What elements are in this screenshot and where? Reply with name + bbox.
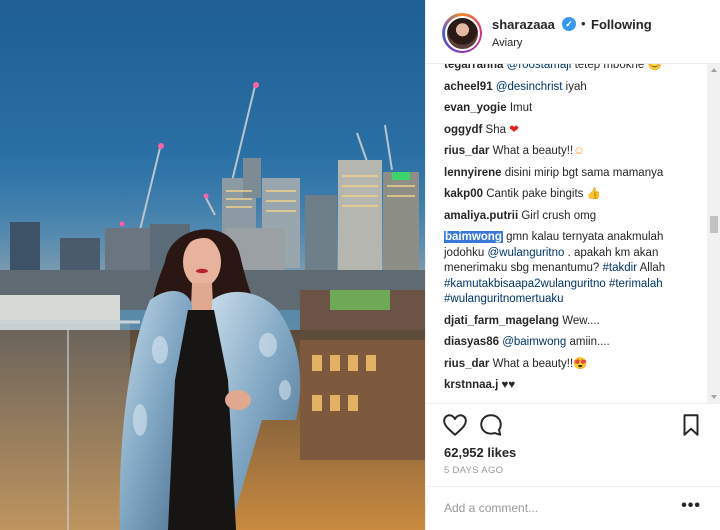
scrollbar[interactable] — [707, 64, 720, 403]
comment-mention-link[interactable]: #wulanguritnomertuaku — [444, 293, 564, 305]
bookmark-icon[interactable] — [678, 412, 704, 438]
comment-mention-link[interactable]: #terimalah — [609, 278, 663, 290]
emoji-icon: 😍 — [573, 357, 588, 370]
post-timestamp[interactable]: 5 DAYS AGO — [444, 465, 503, 476]
comment-mention-link[interactable]: @wulanguritno — [487, 247, 564, 259]
comment-text: tetep mbokne 😊 — [571, 64, 662, 71]
comment-mention-link[interactable]: @desinchrist — [496, 81, 563, 93]
comment-item: tegarranna @roostamaji tetep mbokne 😊 — [444, 64, 701, 74]
comment-username[interactable]: oggydf — [444, 124, 482, 136]
post-photo[interactable] — [0, 0, 425, 530]
comment-input[interactable]: Add a comment... — [444, 501, 538, 515]
comment-item: lennyirene disini mirip bgt sama mamanya — [444, 166, 701, 182]
location-link[interactable]: Aviary — [492, 37, 522, 49]
comment-text: amiin.... — [566, 336, 610, 348]
verified-badge-icon: ✓ — [562, 17, 576, 31]
heart-outline-icon[interactable] — [442, 412, 468, 438]
comment-item: djati_farm_magelang Wew.... — [444, 314, 701, 330]
more-options-icon[interactable]: ••• — [681, 497, 701, 515]
comment-mention-link[interactable]: #takdir — [603, 262, 638, 274]
comment-username[interactable]: djati_farm_magelang — [444, 315, 559, 327]
comment-username[interactable]: acheel91 — [444, 81, 493, 93]
comment-mention-link[interactable]: #kamutakbisaapa2wulanguritno — [444, 278, 606, 290]
comment-item: acheel91 @desinchrist iyah — [444, 80, 701, 96]
username-link[interactable]: sharazaaa — [492, 17, 555, 32]
comment-mention-link[interactable]: @roostamaji — [507, 64, 572, 71]
comment-username[interactable]: baimwong — [444, 231, 503, 243]
emoji-icon: 👍 — [586, 188, 601, 200]
comment-item: amaliya.putrii Girl crush omg — [444, 209, 701, 225]
comment-list[interactable]: tegarranna @roostamaji tetep mbokne 😊 ach… — [426, 64, 707, 403]
post-sidebar: sharazaaa ✓ • Following Aviary tegarrann… — [425, 0, 720, 530]
comment-text: Girl crush omg — [521, 209, 597, 222]
comment-item: rius_dar What a beauty!!😍 — [444, 357, 701, 373]
post-header: sharazaaa ✓ • Following Aviary — [426, 0, 720, 64]
comment-item: oggydf Sha ❤ — [444, 123, 701, 139]
separator-dot: • — [581, 16, 586, 31]
comment-text: What a beauty!! — [492, 357, 574, 370]
comment-text: disini mirip bgt sama mamanya — [504, 166, 664, 179]
comment-username[interactable]: kakp00 — [444, 188, 483, 200]
comment-item: kakp00 Cantik pake bingits 👍 — [444, 187, 701, 203]
emoji-icon: ❤ — [509, 123, 519, 136]
comment-text: Imut — [509, 102, 533, 114]
comment-item: krstnnaa.j ♥♥ — [444, 378, 701, 394]
scroll-up-arrow-icon[interactable] — [711, 68, 717, 72]
comment-text: What a beauty!! — [492, 145, 574, 157]
comment-username[interactable]: krstnnaa.j — [444, 379, 498, 391]
following-button[interactable]: Following — [591, 17, 652, 32]
comment-input-bar: Add a comment... ••• — [426, 486, 720, 530]
comment-item: rius_dar What a beauty!!☺ — [444, 144, 701, 160]
emoji-icon: ♥♥ — [501, 379, 516, 391]
photo-scene — [0, 82, 425, 530]
comment-text: Wew.... — [562, 314, 600, 327]
speech-bubble-icon[interactable] — [478, 412, 504, 438]
comment-mention-link[interactable]: @baimwong — [502, 336, 566, 348]
comment-item: diasyas86 @baimwong amiin.... — [444, 335, 701, 351]
comment-text: iyah — [562, 80, 587, 93]
avatar[interactable] — [444, 15, 480, 51]
comment-item: evan_yogie Imut — [444, 101, 701, 117]
scroll-thumb[interactable] — [710, 216, 718, 233]
story-ring[interactable] — [442, 13, 482, 53]
like-count[interactable]: 62,952 likes — [444, 445, 516, 460]
emoji-icon: ☺ — [573, 145, 585, 157]
comment-username[interactable]: evan_yogie — [444, 102, 507, 114]
comment-username[interactable]: amaliya.putrii — [444, 210, 518, 222]
action-bar: 62,952 likes 5 DAYS AGO — [426, 403, 720, 493]
comment-text: Sha — [485, 123, 510, 136]
comment-text: Allah — [637, 262, 666, 274]
comment-username[interactable]: rius_dar — [444, 358, 489, 370]
scroll-down-arrow-icon[interactable] — [711, 395, 717, 399]
comment-username[interactable]: lennyirene — [444, 167, 502, 179]
comment-username[interactable]: tegarranna — [444, 64, 503, 71]
comment-text: Cantik pake bingits — [486, 188, 587, 200]
comment-username[interactable]: rius_dar — [444, 145, 489, 157]
comment-item: baimwong gmn kalau ternyata anakmulah jo… — [444, 230, 701, 308]
comment-username[interactable]: diasyas86 — [444, 336, 499, 348]
